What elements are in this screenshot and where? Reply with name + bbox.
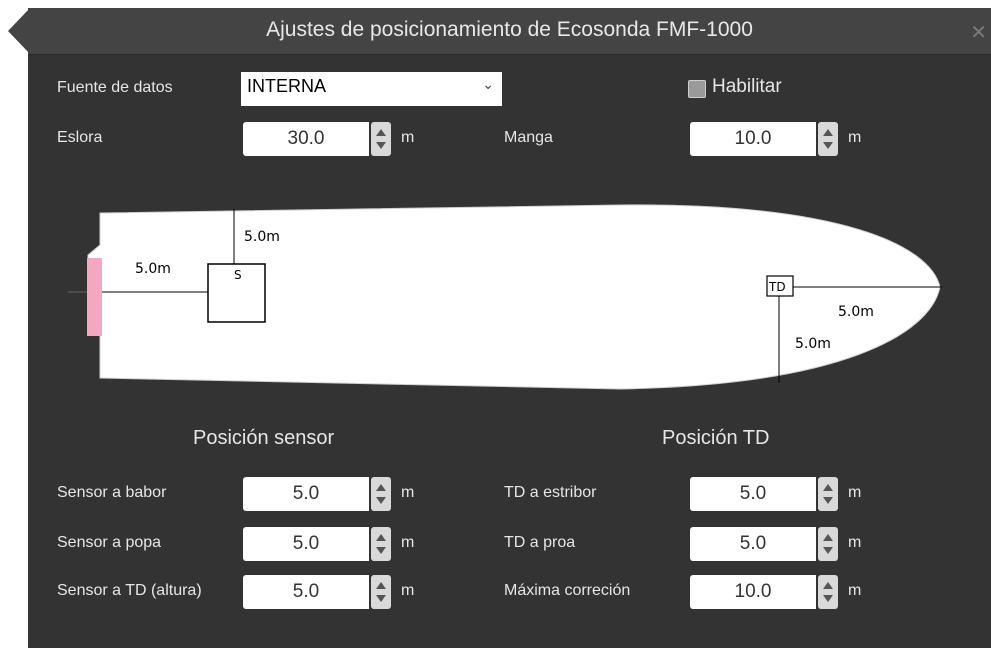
max-correction-input[interactable]: 10.0 — [690, 575, 816, 609]
sensor-aft-unit: m — [401, 534, 415, 551]
beam-spinner[interactable]: 10.0 — [690, 122, 838, 156]
beam-label: Manga — [504, 129, 553, 146]
sensor-aft-input[interactable]: 5.0 — [243, 527, 369, 561]
td-starboard-unit: m — [848, 484, 862, 501]
titlebar: Ajustes de posicionamiento de Ecosonda F… — [28, 8, 991, 55]
sensor-port-unit: m — [401, 484, 415, 501]
chevron-down-icon: ⌄ — [482, 76, 494, 92]
td-bow-spinner[interactable]: 5.0 — [690, 527, 838, 561]
beam-unit: m — [848, 129, 862, 146]
length-stepper-arrows[interactable] — [371, 122, 391, 156]
source-label: Fuente de datos — [57, 79, 173, 96]
beam-stepper-arrows[interactable] — [818, 122, 838, 156]
enable-label: Habilitar — [712, 76, 782, 97]
sensor-up-label: 5.0m — [244, 229, 280, 245]
sensor-aft-label: Sensor a popa — [57, 534, 162, 551]
sensor-port-spinner[interactable]: 5.0 — [243, 477, 391, 511]
sensor-aft-stepper-arrows[interactable] — [371, 527, 391, 561]
td-marker: TD — [768, 280, 786, 294]
td-starboard-stepper-arrows[interactable] — [818, 477, 838, 511]
sensor-left-label: 5.0m — [135, 261, 171, 277]
length-unit: m — [401, 129, 415, 146]
td-starboard-input[interactable]: 5.0 — [690, 477, 816, 511]
td-right-label: 5.0m — [838, 304, 874, 320]
length-label: Eslora — [57, 129, 103, 146]
sensor-port-input[interactable]: 5.0 — [243, 477, 369, 511]
sensor-height-unit: m — [401, 582, 415, 599]
sensor-height-input[interactable]: 5.0 — [243, 575, 369, 609]
sensor-marker: S — [234, 268, 242, 282]
td-section-title: Posición TD — [662, 427, 770, 449]
max-correction-unit: m — [848, 582, 862, 599]
max-correction-stepper-arrows[interactable] — [818, 575, 838, 609]
sensor-height-stepper-arrows[interactable] — [371, 575, 391, 609]
source-select-value: INTERNA — [247, 76, 327, 96]
close-icon[interactable]: ✕ — [970, 20, 987, 45]
boat-diagram: S 5.0m 5.0m TD 5.0m 5.0m — [68, 204, 942, 390]
dialog-title: Ajustes de posicionamiento de Ecosonda F… — [266, 18, 753, 41]
td-down-label: 5.0m — [795, 336, 831, 352]
td-bow-unit: m — [848, 534, 862, 551]
sensor-height-spinner[interactable]: 5.0 — [243, 575, 391, 609]
sensor-aft-spinner[interactable]: 5.0 — [243, 527, 391, 561]
td-bow-input[interactable]: 5.0 — [690, 527, 816, 561]
length-spinner[interactable]: 30.0 — [243, 122, 391, 156]
beam-input[interactable]: 10.0 — [690, 122, 816, 156]
max-correction-spinner[interactable]: 10.0 — [690, 575, 838, 609]
max-correction-label: Máxima correción — [504, 582, 631, 599]
enable-checkbox[interactable] — [688, 80, 706, 98]
stern-marker — [87, 258, 102, 336]
sensor-port-stepper-arrows[interactable] — [371, 477, 391, 511]
td-starboard-label: TD a estribor — [504, 484, 597, 501]
sensor-section-title: Posición sensor — [193, 427, 335, 449]
td-bow-stepper-arrows[interactable] — [818, 527, 838, 561]
td-starboard-spinner[interactable]: 5.0 — [690, 477, 838, 511]
sensor-port-label: Sensor a babor — [57, 484, 167, 501]
sensor-height-label: Sensor a TD (altura) — [57, 582, 202, 599]
td-bow-label: TD a proa — [504, 534, 576, 551]
length-input[interactable]: 30.0 — [243, 122, 369, 156]
titlebar-notch — [8, 8, 30, 54]
source-select[interactable]: INTERNA ⌄ — [241, 72, 502, 106]
